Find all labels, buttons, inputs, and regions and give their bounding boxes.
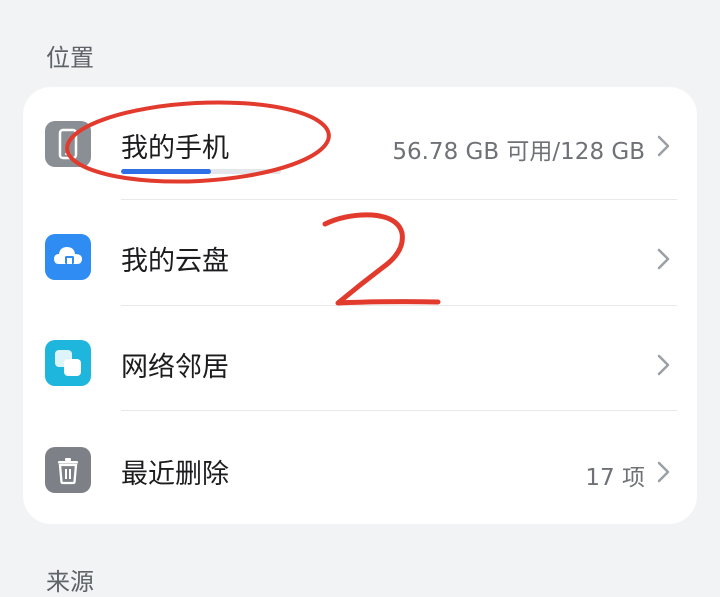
phone-icon bbox=[45, 121, 91, 167]
chevron-right-icon bbox=[657, 248, 670, 270]
section-title-location: 位置 bbox=[46, 44, 94, 72]
row-label-network-neighborhood: 网络邻居 bbox=[121, 352, 229, 383]
location-card: 我的手机 56.78 GB 可用/128 GB 我的云盘 网络邻居 最近删除 1… bbox=[23, 87, 697, 524]
storage-capacity-text: 56.78 GB 可用/128 GB bbox=[392, 139, 645, 165]
chevron-right-icon bbox=[657, 461, 670, 483]
row-recently-deleted[interactable]: 最近删除 17 项 bbox=[23, 413, 697, 519]
deleted-count-text: 17 项 bbox=[585, 465, 645, 491]
chevron-right-icon bbox=[657, 354, 670, 376]
divider bbox=[121, 410, 677, 411]
network-icon bbox=[45, 340, 91, 386]
row-label-my-phone: 我的手机 bbox=[121, 133, 229, 164]
row-my-cloud[interactable]: 我的云盘 bbox=[23, 200, 697, 306]
cloud-icon bbox=[45, 234, 91, 280]
row-network-neighborhood[interactable]: 网络邻居 bbox=[23, 306, 697, 412]
storage-usage-bar bbox=[121, 169, 281, 174]
section-title-source: 来源 bbox=[46, 568, 94, 596]
row-my-phone[interactable]: 我的手机 56.78 GB 可用/128 GB bbox=[23, 87, 697, 193]
row-label-recently-deleted: 最近删除 bbox=[121, 459, 229, 490]
trash-icon bbox=[45, 447, 91, 493]
row-label-my-cloud: 我的云盘 bbox=[121, 246, 229, 277]
storage-usage-fill bbox=[121, 169, 211, 174]
chevron-right-icon bbox=[657, 135, 670, 157]
